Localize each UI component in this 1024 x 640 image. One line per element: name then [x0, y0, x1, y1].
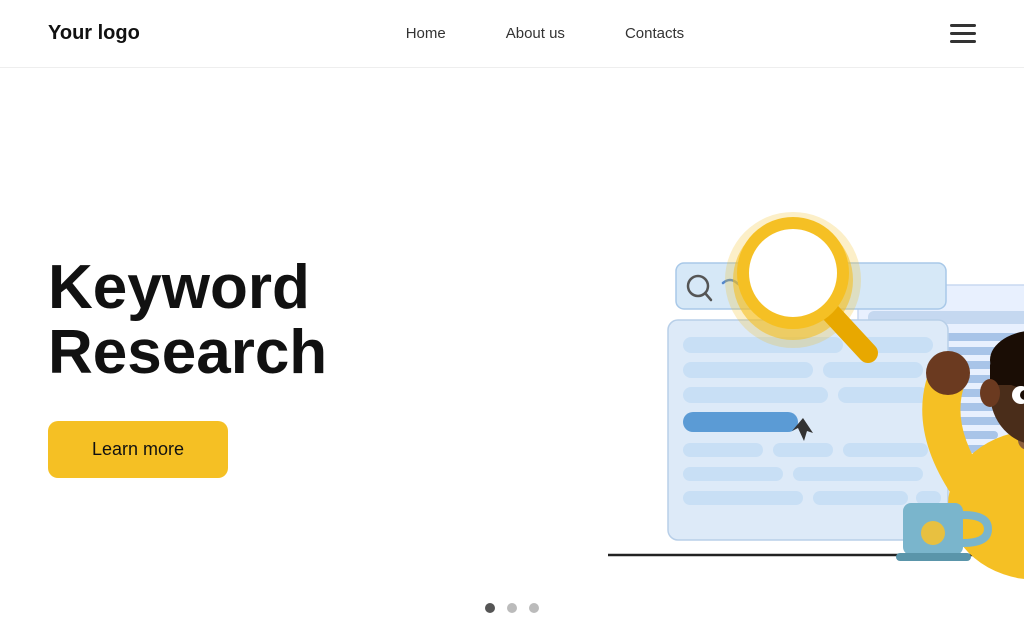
hamburger-line-3 — [950, 40, 976, 43]
pagination-dots — [485, 603, 539, 613]
navbar: Your logo Home About us Contacts — [0, 0, 1024, 68]
nav-item-contacts[interactable]: Contacts — [625, 25, 684, 43]
nav-item-home[interactable]: Home — [406, 25, 446, 43]
nav-link-about[interactable]: About us — [506, 25, 565, 42]
hero-illustration — [368, 98, 976, 635]
nav-links: Home About us Contacts — [406, 25, 684, 43]
dot-3[interactable] — [529, 603, 539, 613]
dot-1[interactable] — [485, 603, 495, 613]
learn-more-button[interactable]: Learn more — [48, 421, 228, 478]
hamburger-line-2 — [950, 32, 976, 35]
hamburger-line-1 — [950, 24, 976, 27]
hero-section: Keyword Research Learn more — [0, 68, 1024, 635]
hero-left: Keyword Research Learn more — [48, 255, 368, 478]
nav-link-home[interactable]: Home — [406, 25, 446, 42]
illustration-svg — [548, 125, 1024, 595]
logo: Your logo — [48, 22, 140, 45]
hero-headline: Keyword Research — [48, 255, 368, 385]
nav-item-about[interactable]: About us — [506, 25, 565, 43]
dot-2[interactable] — [507, 603, 517, 613]
nav-link-contacts[interactable]: Contacts — [625, 25, 684, 42]
hamburger-menu[interactable] — [950, 24, 976, 43]
